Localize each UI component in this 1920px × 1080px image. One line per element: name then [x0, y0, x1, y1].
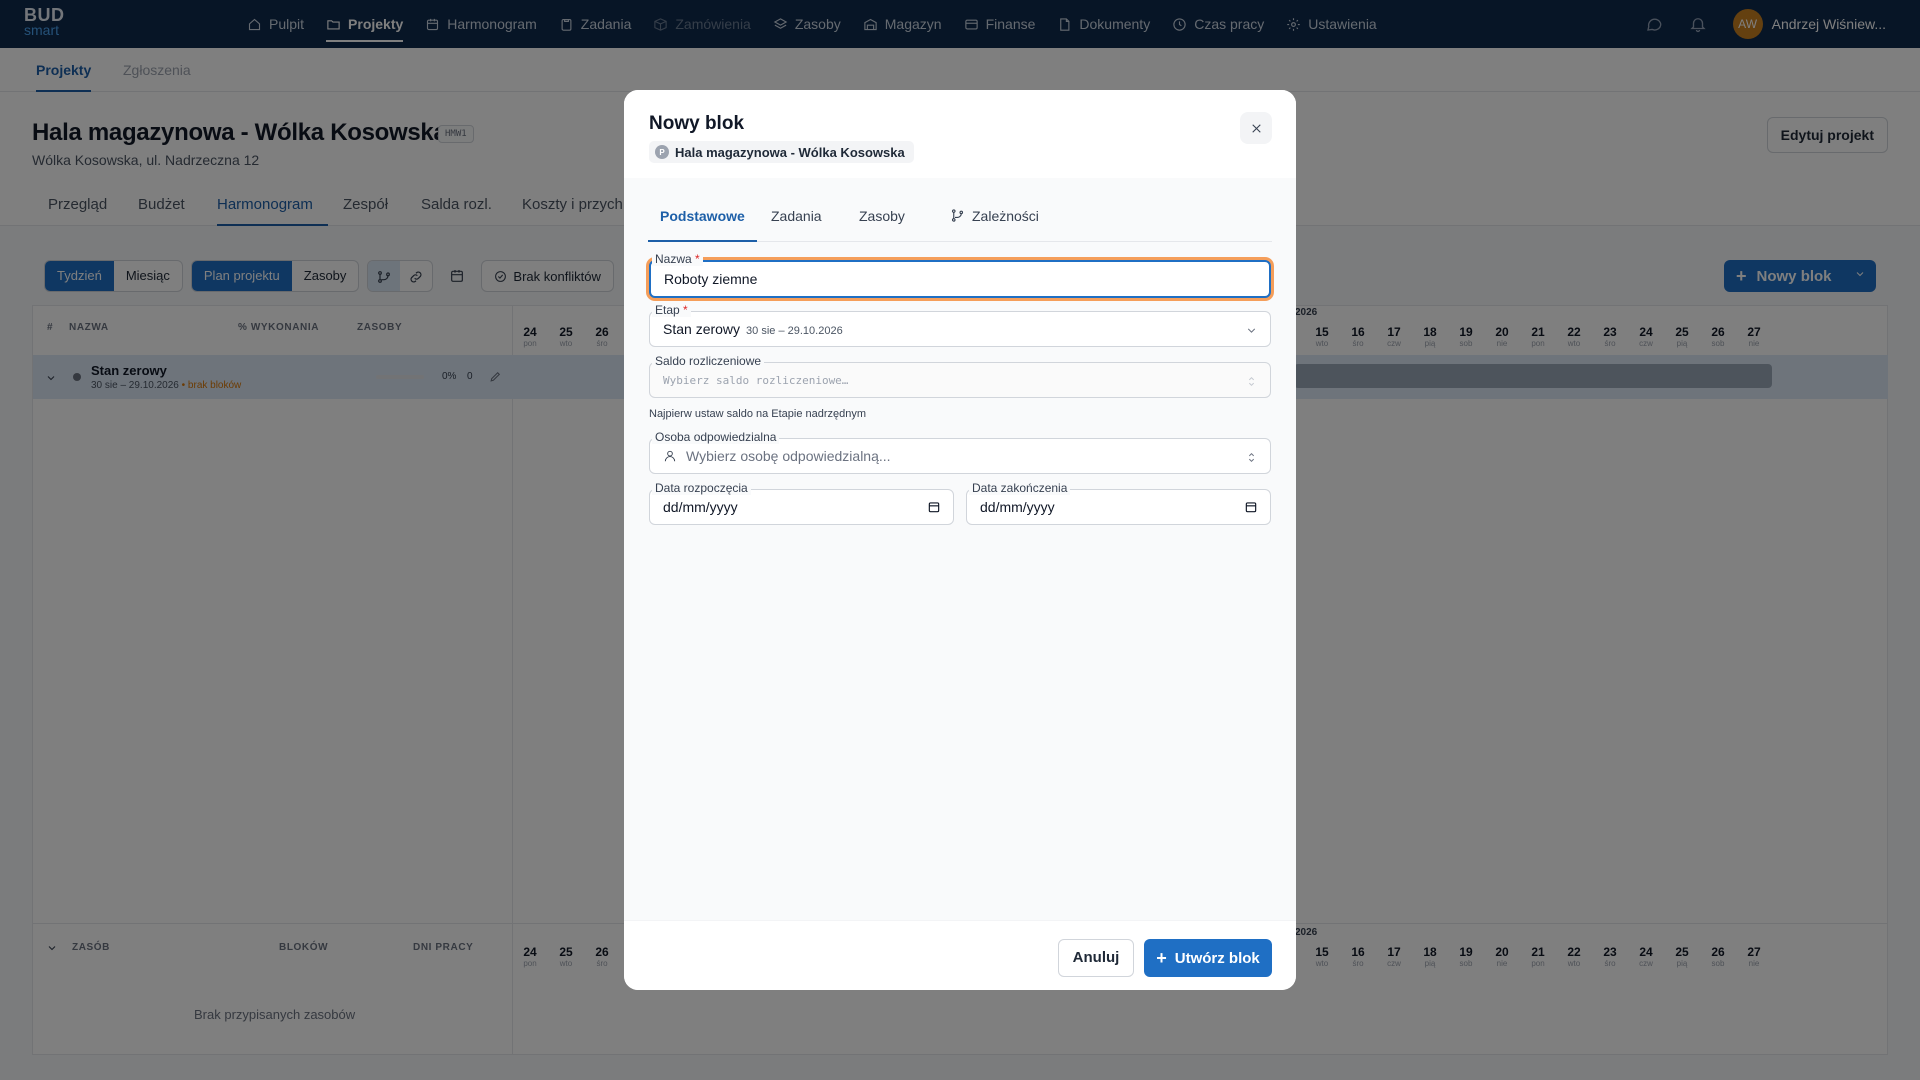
tab-dependencies-label: Zależności [972, 208, 1039, 224]
chevron-updown-icon [1248, 377, 1255, 386]
balance-label: Saldo rozliczeniowe [652, 354, 765, 368]
required-mark: * [683, 303, 688, 317]
end-date-label: Data zakończenia [969, 481, 1071, 495]
dialog-tabs: Podstawowe Zadania Zasoby Zależności [648, 208, 1272, 242]
chevron-updown-icon [1248, 453, 1255, 462]
calendar-icon[interactable] [1244, 500, 1258, 514]
person-placeholder: Wybierz osobę odpowiedzialną... [686, 448, 891, 464]
create-block-button[interactable]: + Utwórz blok [1144, 939, 1272, 977]
new-block-dialog: Nowy blok P Hala magazynowa - Wólka Koso… [624, 90, 1296, 990]
close-button[interactable] [1240, 112, 1272, 144]
start-date-value: dd/mm/yyyy [663, 499, 738, 515]
dialog-footer: Anuluj + Utwórz blok [624, 920, 1296, 990]
tab-tasks[interactable]: Zadania [771, 208, 822, 242]
tab-dependencies[interactable]: Zależności [950, 208, 1039, 242]
name-label: Nazwa * [652, 252, 703, 266]
stage-value-text: Stan zerowy [663, 321, 741, 337]
required-mark: * [695, 252, 700, 266]
balance-placeholder: Wybierz saldo rozliczeniowe… [663, 374, 849, 387]
user-icon [664, 450, 676, 462]
stage-label: Etap * [652, 303, 691, 317]
create-block-label: Utwórz blok [1174, 949, 1260, 967]
close-icon [1251, 123, 1261, 133]
balance-hint: Najpierw ustaw saldo na Etapie nadrzędny… [649, 408, 867, 420]
name-value: Roboty ziemne [664, 271, 758, 287]
dialog-header: Nowy blok P Hala magazynowa - Wólka Koso… [624, 90, 1296, 178]
cancel-button[interactable]: Anuluj [1058, 939, 1134, 977]
dialog-title: Nowy blok [649, 113, 745, 134]
name-label-text: Nazwa [655, 252, 692, 266]
stage-value: Stan zerowy 30 sie – 29.10.2026 [663, 321, 843, 337]
person-label: Osoba odpowiedzialna [652, 430, 780, 444]
project-initial-icon: P [655, 145, 669, 159]
tab-resources[interactable]: Zasoby [859, 208, 905, 242]
calendar-icon[interactable] [927, 500, 941, 514]
chevron-down-icon [1247, 328, 1256, 333]
plus-icon: + [1156, 947, 1167, 968]
project-chip-label: Hala magazynowa - Wólka Kosowska [675, 144, 905, 160]
start-date-label: Data rozpoczęcia [652, 481, 751, 495]
stage-value-dates: 30 sie – 29.10.2026 [746, 325, 843, 337]
tab-basic[interactable]: Podstawowe [648, 208, 757, 242]
branch-icon [951, 209, 964, 222]
stage-select[interactable]: Stan zerowy 30 sie – 29.10.2026 [649, 311, 1271, 347]
end-date-value: dd/mm/yyyy [980, 499, 1055, 515]
stage-label-text: Etap [655, 303, 680, 317]
project-chip: P Hala magazynowa - Wólka Kosowska [649, 141, 914, 163]
name-field[interactable]: Roboty ziemne [649, 260, 1271, 298]
